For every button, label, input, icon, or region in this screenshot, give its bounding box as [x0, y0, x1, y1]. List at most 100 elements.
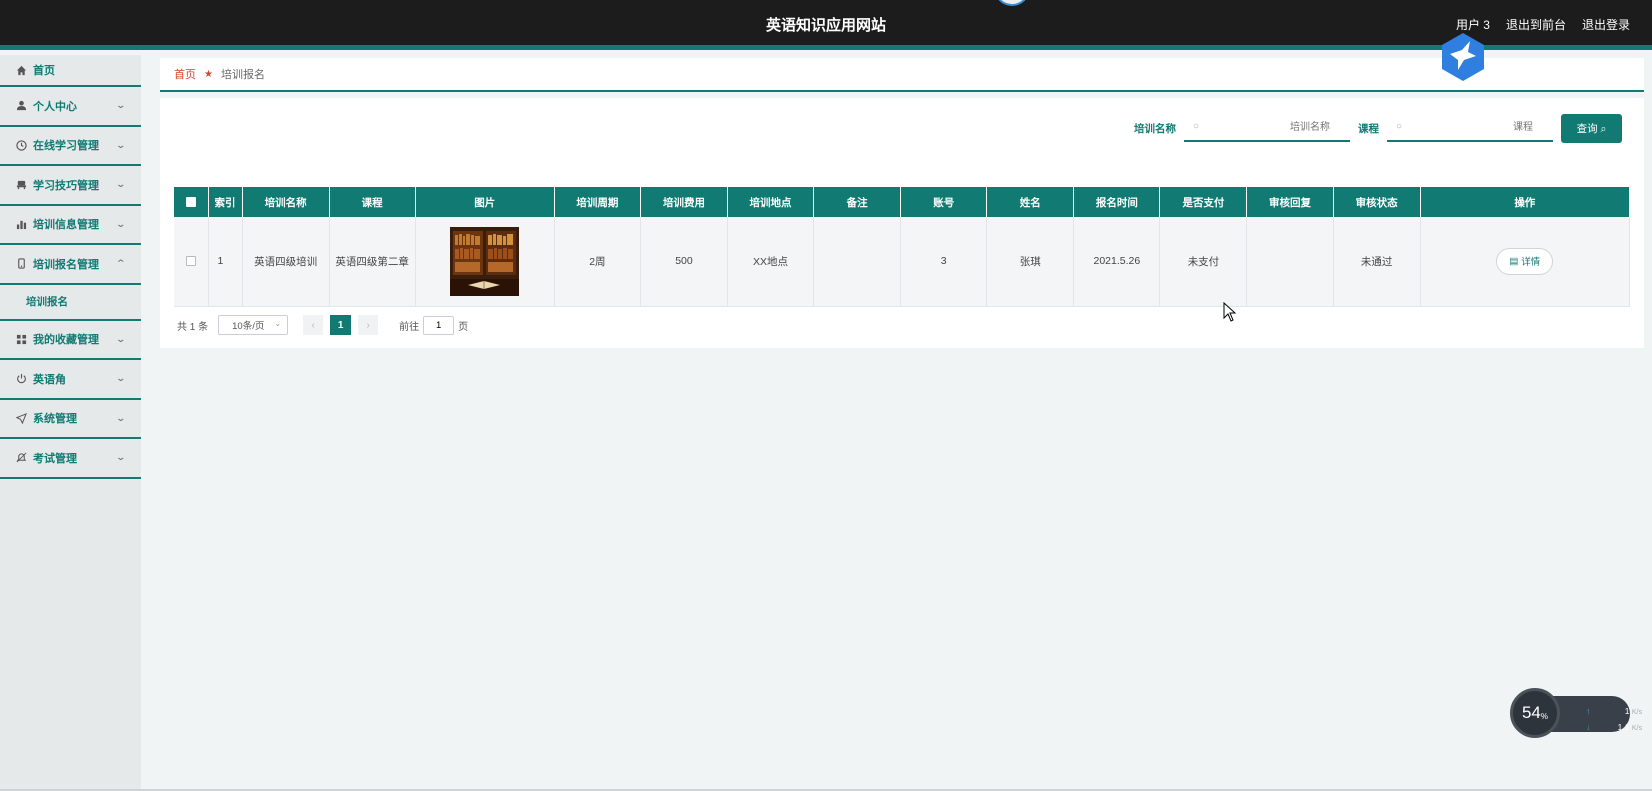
chevron-down-icon: ⌄	[115, 218, 127, 229]
course-field: ○	[1387, 115, 1553, 142]
column-header: 备注	[813, 187, 902, 217]
sidebar-item-label: 考试管理	[33, 452, 77, 465]
detail-button-label: 详情	[1521, 257, 1541, 269]
column-header: 操作	[1420, 187, 1631, 217]
column-header: 审核状态	[1333, 187, 1421, 217]
query-button[interactable]: 查询 ⌕	[1561, 114, 1622, 143]
logout-link[interactable]: 退出登录	[1582, 16, 1630, 33]
goto-page-input[interactable]	[423, 315, 455, 335]
column-header: 培训名称	[242, 187, 330, 217]
column-header: 培训地点	[727, 187, 815, 217]
sidebar-item-label: 系统管理	[33, 413, 77, 426]
sidebar-item-training-signup[interactable]: 培训报名管理 ⌃	[0, 245, 141, 285]
search-icon: ○	[1193, 121, 1200, 132]
cell-signup-time: 2021.5.26	[1073, 217, 1161, 307]
breadcrumb-separator-icon: ★	[204, 68, 213, 80]
pagination: 共 1 条 10条/页 ⌄ ‹ 1 › 前往 页	[177, 315, 468, 335]
network-speed-widget: ↑ 1 K/s ↓ 1.1 K/s 54%	[1510, 688, 1642, 738]
column-header: 培训周期	[554, 187, 641, 217]
row-select-cell	[174, 217, 209, 307]
row-checkbox[interactable]	[185, 256, 196, 267]
detail-button[interactable]: ▤ 详情	[1496, 247, 1554, 275]
sidebar-item-label: 学习技巧管理	[33, 179, 99, 192]
sidebar-item-system[interactable]: 系统管理 ⌄	[0, 400, 141, 439]
sidebar: 首页 个人中心 ⌄ 在线学习管理 ⌄ 学习技巧管理 ⌄ 培训信息管理 ⌄ 培训报…	[0, 55, 141, 791]
main-panel: 培训名称 ○ 课程 ○ 查询 ⌕ 索引 培训名称 课程 图片 培训周期 培训费用…	[160, 98, 1644, 348]
sidebar-subitem-training-signup[interactable]: 培训报名	[0, 285, 141, 321]
select-all-checkbox[interactable]	[185, 197, 196, 208]
table-header-row: 索引 培训名称 课程 图片 培训周期 培训费用 培训地点 备注 账号 姓名 报名…	[174, 187, 1631, 217]
power-icon	[15, 373, 27, 385]
sidebar-item-label: 首页	[33, 65, 55, 77]
home-icon	[15, 64, 27, 76]
arrow-down-icon: ↓	[1586, 722, 1591, 732]
mouse-cursor-icon	[1223, 302, 1237, 322]
sidebar-item-study-tips[interactable]: 学习技巧管理 ⌄	[0, 166, 141, 206]
chevron-up-icon: ⌃	[115, 258, 127, 268]
phone-icon	[15, 258, 27, 270]
bell-icon	[15, 452, 27, 464]
column-header: 报名时间	[1073, 187, 1161, 217]
cell-review-reply	[1246, 217, 1334, 307]
grid-icon	[15, 333, 27, 345]
back-to-front-link[interactable]: 退出到前台	[1506, 16, 1566, 33]
download-unit: K/s	[1631, 725, 1642, 732]
cell-index: 1	[208, 217, 243, 307]
cell-remark	[813, 217, 902, 307]
sidebar-item-personal-center[interactable]: 个人中心 ⌄	[0, 87, 141, 127]
chevron-down-icon: ⌄	[115, 373, 127, 383]
chair-icon	[15, 179, 27, 191]
chevron-down-icon: ⌄	[115, 100, 127, 110]
page-size-select[interactable]: 10条/页 ⌄	[218, 315, 289, 335]
sidebar-item-english-corner[interactable]: 英语角 ⌄	[0, 360, 141, 400]
sidebar-item-favorites[interactable]: 我的收藏管理 ⌄	[0, 321, 141, 360]
site-title: 英语知识应用网站	[765, 17, 886, 34]
breadcrumb-home[interactable]: 首页	[174, 66, 196, 82]
prev-page-button[interactable]: ‹	[303, 315, 324, 335]
goto-label: 前往	[399, 321, 420, 333]
cell-period: 2周	[554, 217, 641, 307]
chevron-down-icon: ⌄	[115, 179, 127, 189]
chevron-down-icon: ⌄	[274, 319, 282, 328]
training-image	[450, 226, 520, 296]
query-button-label: 查询	[1576, 123, 1598, 135]
memory-usage-circle[interactable]: 54%	[1510, 688, 1560, 738]
user-name-link[interactable]: 用户 3	[1456, 16, 1490, 33]
arrow-up-icon: ↑	[1586, 706, 1591, 716]
cell-person-name: 张琪	[986, 217, 1075, 307]
sidebar-item-training-info[interactable]: 培训信息管理 ⌄	[0, 206, 141, 245]
sidebar-item-label: 个人中心	[33, 100, 77, 113]
cell-paid: 未支付	[1159, 217, 1248, 307]
column-header: 课程	[329, 187, 416, 217]
bird-logo-icon	[1442, 33, 1484, 81]
column-header: 索引	[208, 187, 243, 217]
upload-speed: ↑ 1 K/s	[1586, 706, 1642, 716]
search-form: 培训名称 ○ 课程 ○ 查询 ⌕	[1134, 114, 1622, 143]
training-name-input[interactable]	[1184, 115, 1350, 140]
page-number-button[interactable]: 1	[330, 315, 352, 335]
sidebar-item-label: 在线学习管理	[33, 140, 99, 153]
user-icon	[15, 100, 27, 112]
chevron-down-icon: ⌄	[115, 412, 127, 423]
page-suffix: 页	[458, 321, 469, 333]
sidebar-item-exam[interactable]: 考试管理 ⌄	[0, 439, 141, 479]
cell-review-status: 未通过	[1333, 217, 1421, 307]
bar-chart-icon	[15, 218, 27, 230]
memory-percent-unit: %	[1540, 711, 1549, 721]
select-all-cell	[174, 187, 209, 217]
cell-image	[415, 217, 555, 307]
next-page-button[interactable]: ›	[358, 315, 379, 335]
chevron-down-icon: ⌄	[115, 452, 127, 462]
course-input[interactable]	[1387, 115, 1553, 140]
sidebar-item-label: 我的收藏管理	[33, 334, 99, 347]
training-name-field: ○	[1184, 115, 1350, 142]
training-name-label: 培训名称	[1134, 123, 1176, 135]
cell-fee: 500	[640, 217, 729, 307]
sidebar-item-home[interactable]: 首页	[0, 55, 141, 87]
download-speed: ↓ 1.1 K/s	[1586, 722, 1642, 732]
chevron-down-icon: ⌄	[115, 333, 127, 344]
clock-icon	[15, 139, 27, 151]
memory-percent: 54	[1521, 703, 1541, 722]
sidebar-item-online-learning[interactable]: 在线学习管理 ⌄	[0, 127, 141, 166]
table-row: 1 英语四级培训 英语四级第二章 2周 500 XX地点 3 张琪 2021.5…	[174, 217, 1631, 307]
